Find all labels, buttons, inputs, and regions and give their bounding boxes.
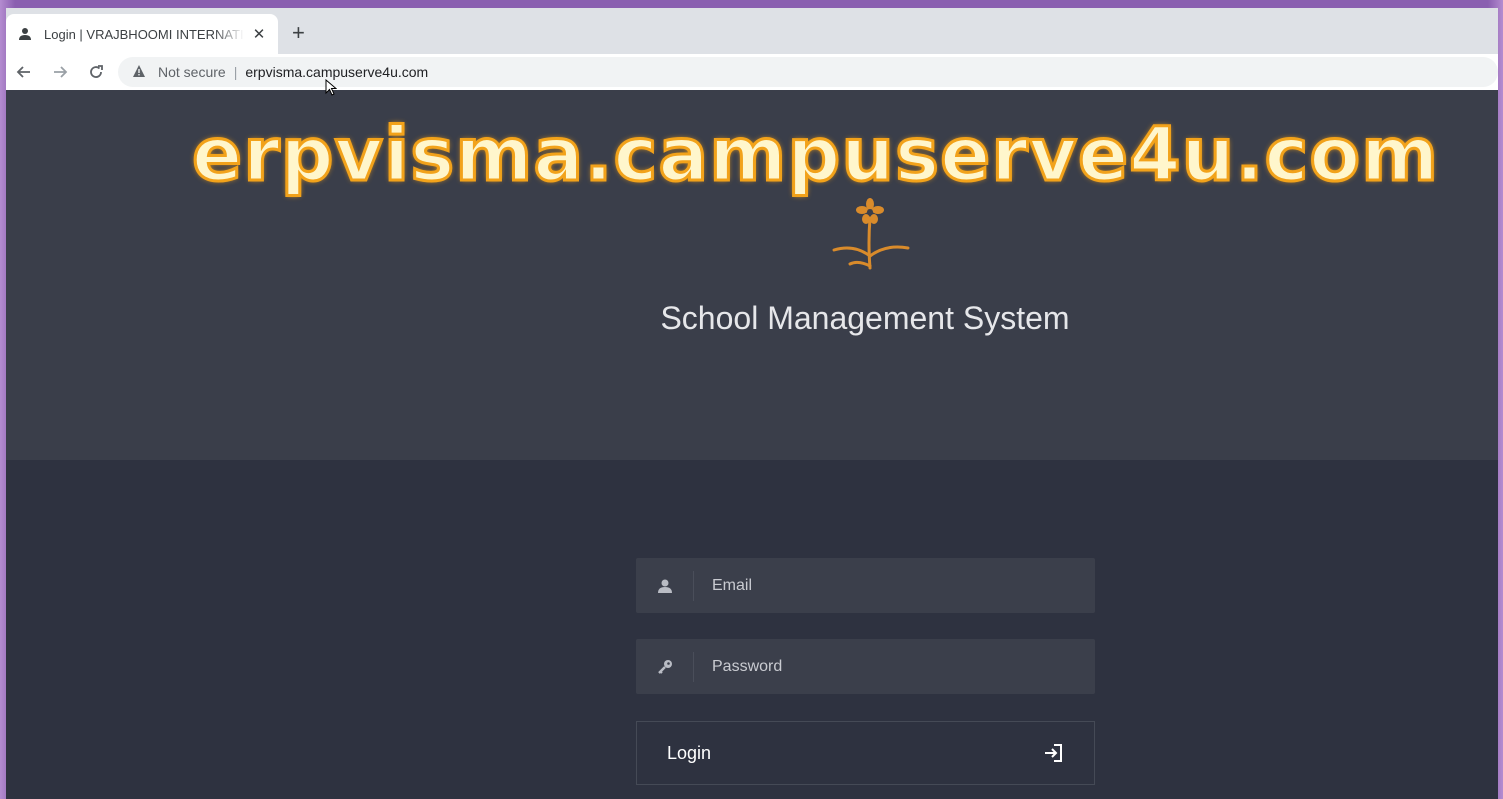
- browser-window: Login | VRAJBHOOMI INTERNATIONAL ✕ + Not…: [6, 8, 1498, 799]
- password-input[interactable]: [694, 639, 1095, 694]
- watermark-overlay: erpvisma.campuserve4u.com: [190, 111, 1440, 200]
- separator: |: [233, 64, 238, 80]
- flower-logo: [832, 198, 910, 270]
- arrow-right-icon[interactable]: [42, 54, 78, 90]
- password-field[interactable]: [636, 639, 1095, 694]
- tab-strip: Login | VRAJBHOOMI INTERNATIONAL ✕ +: [6, 8, 1498, 54]
- email-field[interactable]: [636, 558, 1095, 613]
- email-input[interactable]: [694, 558, 1095, 613]
- url-text[interactable]: erpvisma.campuserve4u.com: [245, 64, 428, 80]
- reload-icon[interactable]: [78, 54, 114, 90]
- warning-icon[interactable]: [132, 64, 148, 80]
- video-frame: Login | VRAJBHOOMI INTERNATIONAL ✕ + Not…: [0, 0, 1503, 799]
- mouse-cursor: [325, 79, 337, 96]
- hero-section: erpvisma.campuserve4u.com School Managem…: [6, 90, 1498, 460]
- tab-title: Login | VRAJBHOOMI INTERNATIONAL: [44, 26, 244, 42]
- page-title: School Management System: [660, 300, 1070, 336]
- browser-toolbar: Not secure | erpvisma.campuserve4u.com: [6, 54, 1498, 90]
- key-icon: [636, 651, 694, 682]
- security-label[interactable]: Not secure: [158, 64, 226, 80]
- browser-tab[interactable]: Login | VRAJBHOOMI INTERNATIONAL ✕: [6, 14, 278, 54]
- new-tab-button[interactable]: +: [292, 22, 305, 44]
- user-icon: [636, 570, 694, 601]
- arrow-left-icon[interactable]: [6, 54, 42, 90]
- login-label: Login: [667, 742, 712, 763]
- user-icon: [16, 25, 34, 43]
- login-button[interactable]: Login: [636, 721, 1095, 785]
- sign-in-icon: [1042, 742, 1064, 764]
- close-icon[interactable]: ✕: [250, 25, 268, 43]
